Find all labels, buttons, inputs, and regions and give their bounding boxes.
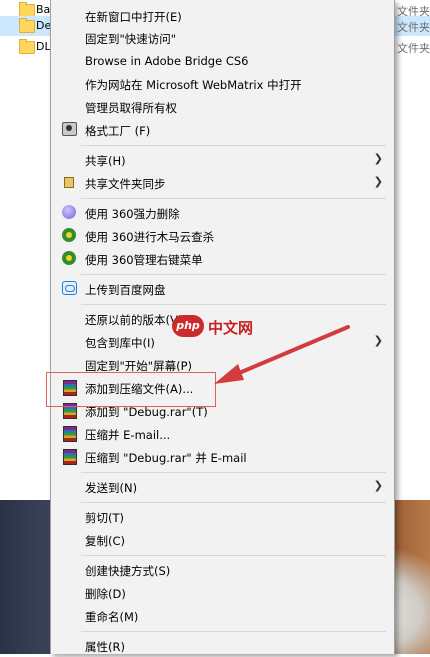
php-logo: php <box>172 315 204 337</box>
watermark-text: 中文网 <box>208 319 254 337</box>
